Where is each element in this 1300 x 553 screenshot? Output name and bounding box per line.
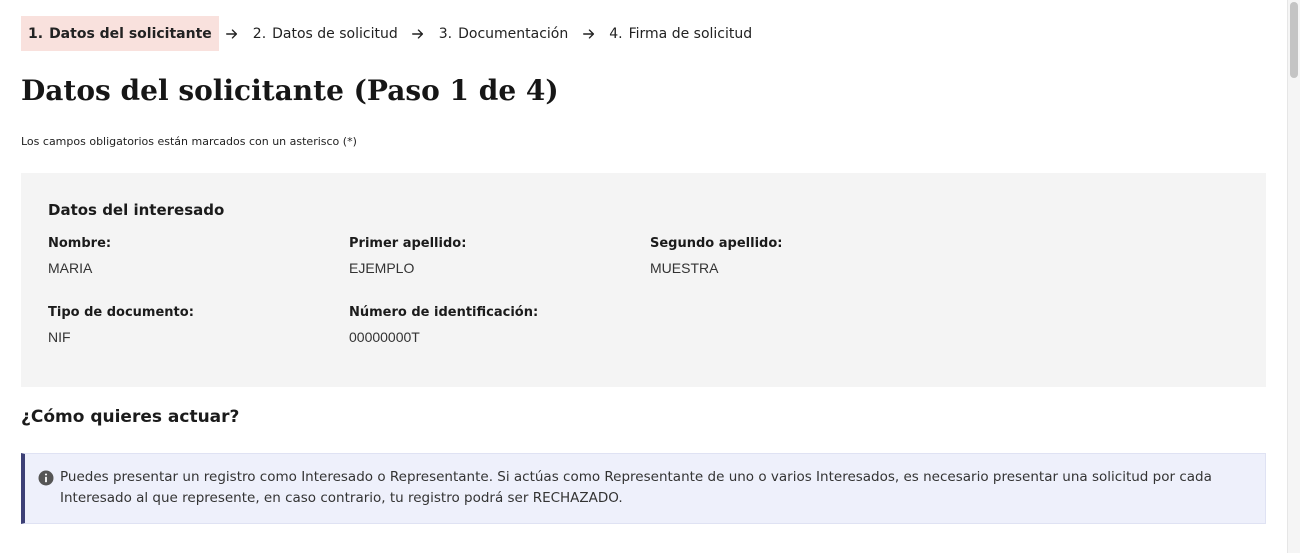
scrollbar-thumb[interactable] xyxy=(1290,2,1298,78)
step-2[interactable]: 2. Datos de solicitud xyxy=(246,16,405,51)
required-fields-note: Los campos obligatorios están marcados c… xyxy=(21,135,357,148)
field-numero-identificacion: Número de identificación: 00000000T xyxy=(349,305,538,345)
field-label: Número de identificación: xyxy=(349,305,539,320)
field-value: EJEMPLO xyxy=(349,260,415,276)
interesado-card: Datos del interesado Nombre: MARIA Prime… xyxy=(21,173,1266,387)
arrow-right-icon xyxy=(219,16,246,51)
actuar-heading: ¿Cómo quieres actuar? xyxy=(21,407,240,427)
field-tipo-documento: Tipo de documento: NIF xyxy=(48,305,194,345)
field-label: Nombre: xyxy=(48,236,112,251)
step-4[interactable]: 4. Firma de solicitud xyxy=(602,16,759,51)
step-number: 4. xyxy=(609,25,623,42)
field-label: Tipo de documento: xyxy=(48,305,194,320)
info-alert: Puedes presentar un registro como Intere… xyxy=(21,453,1266,524)
field-nombre: Nombre: MARIA xyxy=(48,236,111,276)
step-label: Datos del solicitante xyxy=(49,25,212,42)
step-1[interactable]: 1. Datos del solicitante xyxy=(21,16,219,51)
field-primer-apellido: Primer apellido: EJEMPLO xyxy=(349,236,466,276)
step-number: 3. xyxy=(438,25,453,42)
arrow-right-icon xyxy=(575,16,602,51)
field-value: MARIA xyxy=(48,260,93,276)
step-label: Datos de solicitud xyxy=(272,25,398,42)
field-label: Primer apellido: xyxy=(349,236,467,251)
field-value: MUESTRA xyxy=(650,260,719,276)
info-icon xyxy=(38,470,54,486)
arrow-right-icon xyxy=(405,16,432,51)
info-text: Puedes presentar un registro como Intere… xyxy=(60,469,1212,506)
scrollbar[interactable] xyxy=(1287,0,1300,553)
field-value: NIF xyxy=(48,329,71,345)
page-title: Datos del solicitante (Paso 1 de 4) xyxy=(21,74,559,107)
step-label: Documentación xyxy=(458,25,569,42)
step-number: 2. xyxy=(252,25,267,42)
stepper: 1. Datos del solicitante 2. Datos de sol… xyxy=(21,16,759,51)
step-number: 1. xyxy=(28,25,44,42)
field-segundo-apellido: Segundo apellido: MUESTRA xyxy=(650,236,782,276)
field-value: 00000000T xyxy=(349,329,420,345)
interesado-title: Datos del interesado xyxy=(48,201,225,219)
field-label: Segundo apellido: xyxy=(650,236,783,251)
step-label: Firma de solicitud xyxy=(628,25,753,42)
page: 1. Datos del solicitante 2. Datos de sol… xyxy=(0,0,1287,553)
step-3[interactable]: 3. Documentación xyxy=(432,16,576,51)
